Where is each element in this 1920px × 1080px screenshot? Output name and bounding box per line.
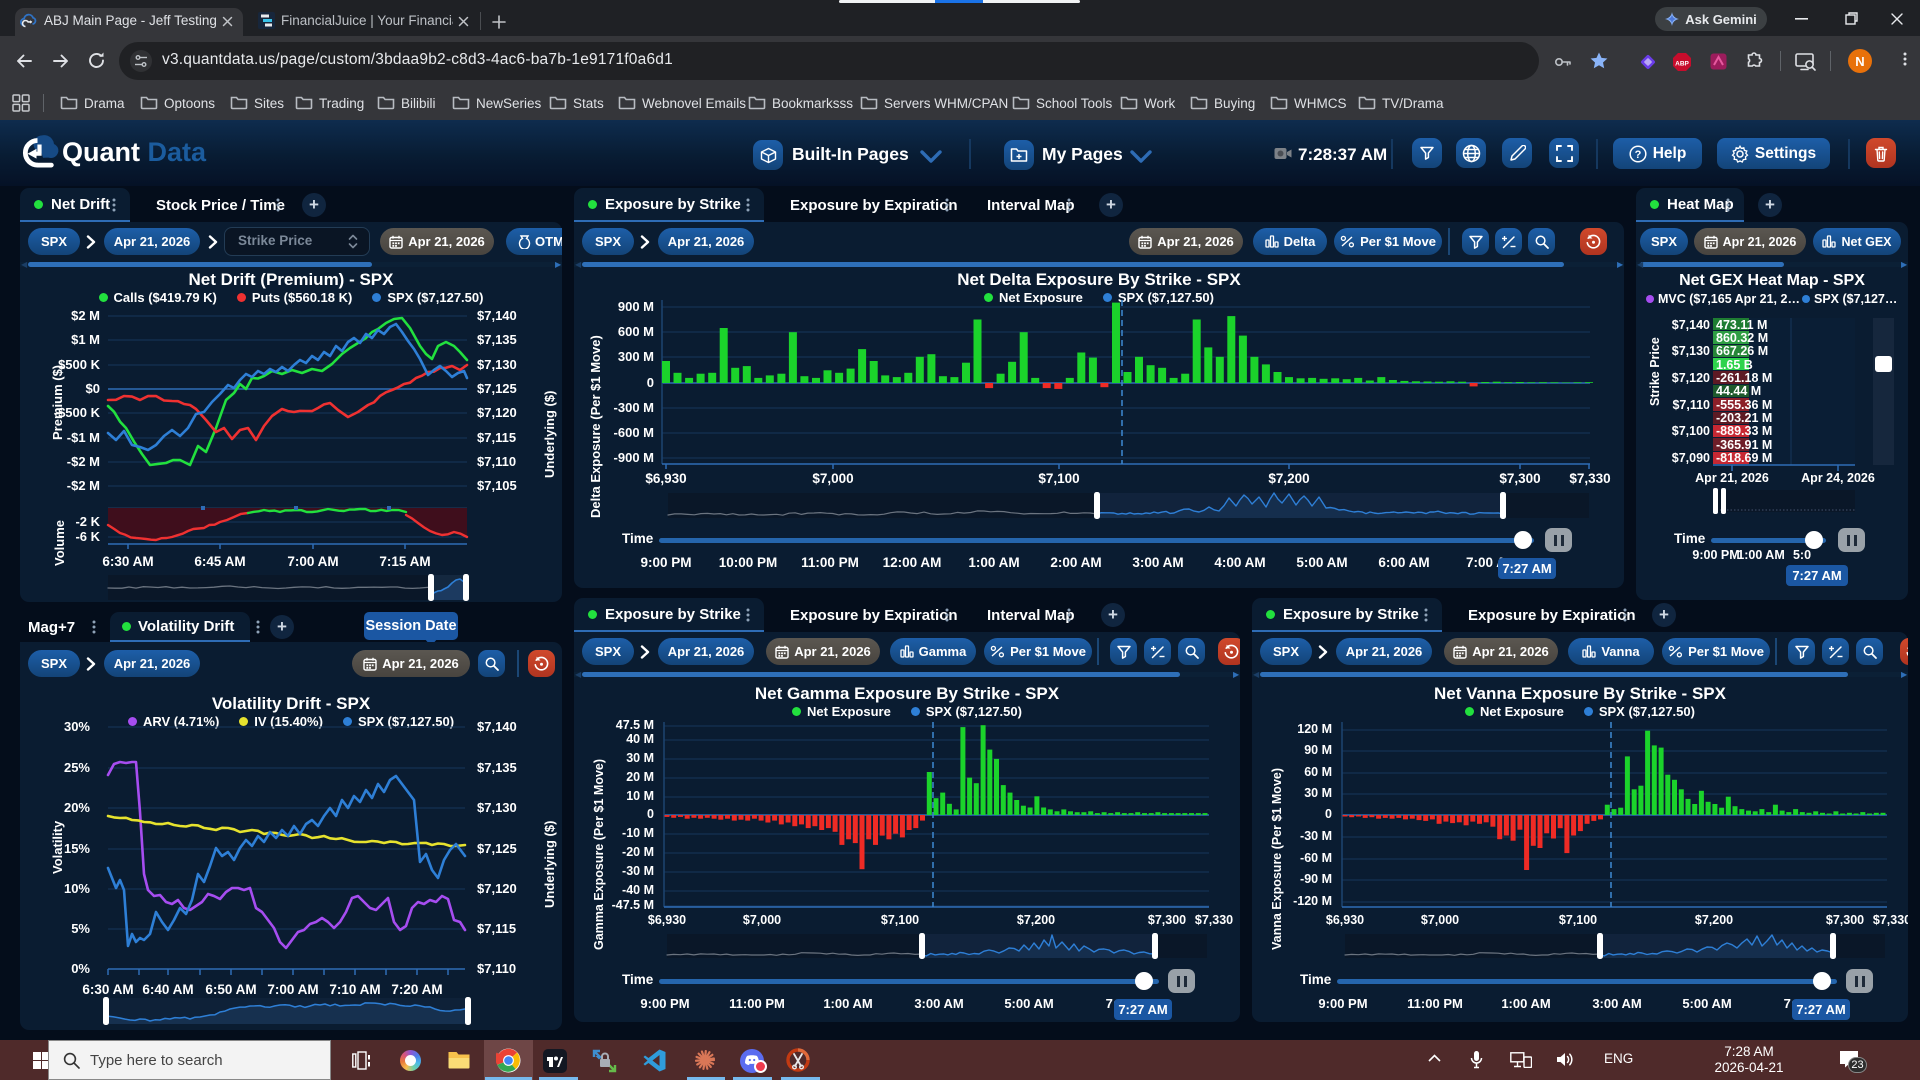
svg-text:?: ? xyxy=(1634,149,1641,161)
svg-text:ABP: ABP xyxy=(1675,61,1689,68)
